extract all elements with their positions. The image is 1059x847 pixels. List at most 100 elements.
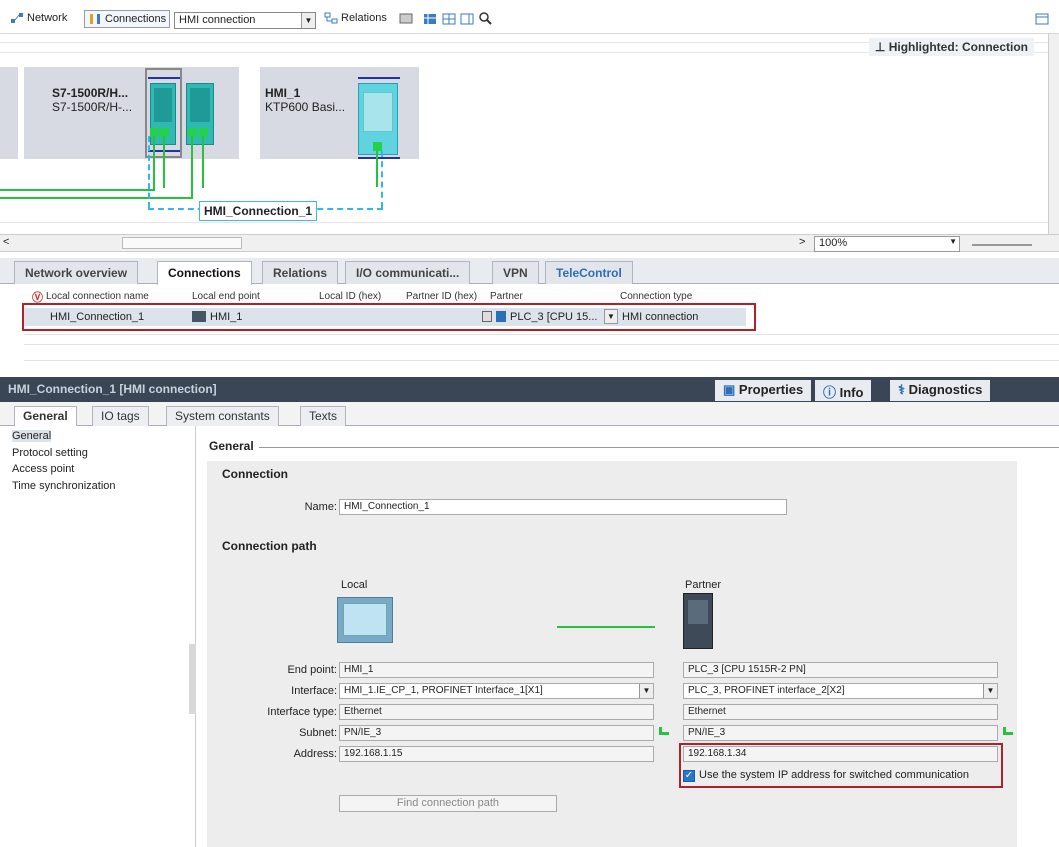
partner-label: Partner: [685, 579, 722, 591]
highlight-box: [22, 303, 756, 331]
module-display: [190, 88, 210, 122]
tab-info[interactable]: ⓘ Info: [815, 380, 872, 401]
local-interface-select[interactable]: HMI_1.IE_CP_1, PROFINET Interface_1[X1] …: [339, 683, 654, 699]
relations-button[interactable]: Relations: [324, 12, 387, 24]
tab-vpn[interactable]: VPN: [492, 261, 539, 284]
tab-properties[interactable]: ▣ Properties: [715, 380, 812, 401]
subnet-line[interactable]: [376, 151, 378, 187]
scroll-thumb[interactable]: [122, 237, 242, 249]
pin-icon[interactable]: ⊥: [875, 40, 889, 54]
zoom-select[interactable]: 100% ▼: [814, 236, 960, 252]
network-view-button[interactable]: Network: [10, 12, 67, 24]
partner-subnet-field: PN/IE_3: [683, 725, 998, 741]
connections-table: Ⓥ Local connection name Local end point …: [8, 286, 1059, 376]
device-stub: [0, 67, 18, 159]
bus-line: [358, 77, 400, 79]
properties-label: Properties: [738, 382, 804, 397]
pane-icon[interactable]: [1035, 13, 1049, 25]
connections-icon: [90, 14, 100, 24]
plc-display-icon: [688, 600, 708, 624]
chevron-down-icon[interactable]: ▼: [639, 684, 653, 698]
plc-subtitle: S7-1500R/H-...: [52, 100, 133, 114]
subnet-line[interactable]: [153, 136, 155, 191]
properties-nav: General Protocol setting Access point Ti…: [0, 426, 196, 847]
chevron-down-icon[interactable]: ▼: [983, 684, 997, 698]
tab-network-overview[interactable]: Network overview: [14, 261, 139, 284]
nav-item-time-sync[interactable]: Time synchronization: [12, 480, 116, 492]
plc-title: S7-1500R/H...: [52, 86, 129, 100]
tab-system-constants[interactable]: System constants: [166, 406, 279, 426]
hmi-connection-line[interactable]: [381, 151, 384, 208]
subnet-line[interactable]: [0, 197, 192, 199]
connection-path-header: Connection path: [222, 539, 317, 553]
highlight-box: [679, 743, 1003, 788]
subnet-label: Subnet:: [299, 727, 337, 739]
bus-line: [358, 157, 400, 159]
tab-connections[interactable]: Connections: [157, 261, 252, 285]
hmi-screen: [363, 92, 393, 132]
connections-button[interactable]: Connections: [84, 10, 171, 28]
partner-interface-select[interactable]: PLC_3, PROFINET interface_2[X2] ▼: [683, 683, 998, 699]
subnet-line[interactable]: [0, 189, 154, 191]
inspector-title: HMI_Connection_1 [HMI connection]: [8, 382, 217, 396]
scroll-right-icon[interactable]: >: [799, 236, 805, 248]
col-header[interactable]: Local ID (hex): [319, 291, 381, 302]
tab-texts[interactable]: Texts: [300, 406, 347, 426]
partner-interface-type-field: Ethernet: [683, 704, 998, 720]
find-connection-path-button[interactable]: Find connection path: [339, 795, 557, 812]
name-input[interactable]: HMI_Connection_1: [339, 499, 787, 515]
connections-label: Connections: [105, 13, 167, 25]
profinet-port[interactable]: [373, 142, 382, 151]
section-title: General: [209, 439, 254, 453]
col-header[interactable]: Partner: [490, 291, 523, 302]
scroll-left-icon[interactable]: <: [3, 236, 9, 248]
subnet-icon: [1003, 727, 1013, 735]
editor-toolbar: Network Connections HMI connection ▼ Rel…: [0, 0, 1059, 34]
hmi-subtitle: KTP600 Basi...: [265, 100, 346, 114]
columns-icon[interactable]: [460, 12, 474, 26]
vertical-scrollbar[interactable]: [1048, 34, 1059, 234]
inspector-header: HMI_Connection_1 [HMI connection] ▣ Prop…: [0, 377, 1059, 402]
subnet-line[interactable]: [191, 136, 193, 199]
tab-telecontrol[interactable]: TeleControl: [545, 261, 633, 284]
tab-io-communication[interactable]: I/O communicati...: [345, 261, 471, 284]
hmi-connection-line[interactable]: [148, 136, 151, 208]
local-subnet-field: PN/IE_3: [339, 725, 654, 741]
zoom-icon[interactable]: [478, 11, 494, 27]
tab-general[interactable]: General: [14, 406, 77, 426]
nav-item-general[interactable]: General: [12, 430, 52, 442]
hmi-icon[interactable]: [399, 12, 413, 26]
zoom-slider[interactable]: [972, 244, 1032, 246]
nav-item-access-point[interactable]: Access point: [12, 463, 74, 475]
nav-item-protocol[interactable]: Protocol setting: [12, 447, 88, 459]
connection-type-value: HMI connection: [179, 14, 256, 26]
tab-diagnostics[interactable]: ⚕ Diagnostics: [890, 380, 991, 401]
subnet-line[interactable]: [163, 136, 165, 188]
endpoint-label: End point:: [287, 664, 337, 676]
table-icon[interactable]: [423, 12, 437, 26]
tab-io-tags[interactable]: IO tags: [92, 406, 149, 426]
connection-header: Connection: [222, 467, 288, 481]
col-header[interactable]: Partner ID (hex): [406, 291, 477, 302]
local-endpoint-field: HMI_1: [339, 662, 654, 678]
bus-line: [148, 77, 180, 79]
chevron-down-icon[interactable]: ▼: [301, 13, 315, 28]
plc-device-icon: [683, 593, 713, 649]
col-header[interactable]: Local connection name: [46, 291, 149, 302]
local-interface-type-field: Ethernet: [339, 704, 654, 720]
splitter-handle[interactable]: [189, 644, 196, 714]
diagnostics-icon: ⚕: [898, 382, 909, 397]
col-header[interactable]: Connection type: [620, 291, 692, 302]
connection-type-select[interactable]: HMI connection: [174, 12, 316, 29]
path-line: [557, 626, 655, 628]
partner-endpoint-field: PLC_3 [CPU 1515R-2 PN]: [683, 662, 998, 678]
partner-interface-value: PLC_3, PROFINET interface_2[X2]: [688, 685, 845, 696]
local-address-field: 192.168.1.15: [339, 746, 654, 762]
interface-label: Interface:: [291, 685, 337, 697]
tab-relations[interactable]: Relations: [262, 261, 339, 284]
grid-icon[interactable]: [442, 12, 456, 26]
chevron-down-icon[interactable]: ▼: [949, 237, 957, 246]
connection-label[interactable]: HMI_Connection_1: [199, 201, 318, 221]
col-header[interactable]: Local end point: [192, 291, 260, 302]
subnet-line[interactable]: [202, 136, 204, 188]
